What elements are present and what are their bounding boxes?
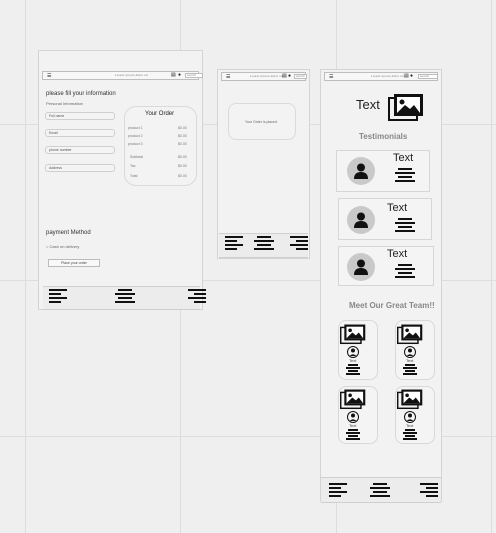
payment-option-label: Cash on delivery xyxy=(49,244,80,249)
testimonial-card: Text xyxy=(338,198,432,240)
hero-text: Text xyxy=(356,97,380,112)
full-name-field[interactable]: Full name xyxy=(45,112,115,120)
order-item-name: product 2 xyxy=(128,134,143,138)
total-label: Total xyxy=(130,174,138,178)
avatar xyxy=(347,206,375,234)
section-subtitle: Personal Information xyxy=(46,101,83,106)
logo[interactable]: ☰ xyxy=(329,74,333,80)
cart-icon[interactable]: ▤ xyxy=(171,73,176,78)
align-left-icon xyxy=(329,483,349,499)
align-center-icon xyxy=(395,168,415,184)
order-placed-message: Your Order is placed xyxy=(245,120,277,124)
order-item-name: product 3 xyxy=(128,142,143,146)
search-input[interactable]: search xyxy=(294,74,307,79)
user-icon[interactable]: ● xyxy=(410,74,413,79)
tax-value: $0.00 xyxy=(178,164,187,168)
align-right-icon xyxy=(186,289,206,305)
user-icon[interactable]: ● xyxy=(288,74,291,79)
testimonials-title: Testimonials xyxy=(359,132,408,141)
images-icon xyxy=(397,324,423,345)
team-member-name: Text xyxy=(406,423,414,428)
testimonial-card: Text xyxy=(336,150,430,192)
payment-title: payment Method xyxy=(46,230,91,236)
total-value: $0.00 xyxy=(178,174,187,178)
cash-on-delivery-radio[interactable]: ○ Cash on delivery xyxy=(46,244,79,249)
order-item-price: $0.00 xyxy=(178,134,187,138)
nav-links[interactable]: Lorem ipsum dolor sit xyxy=(115,73,148,77)
align-center-icon xyxy=(115,289,135,305)
address-field[interactable]: Address xyxy=(45,164,115,172)
tax-label: Tax xyxy=(130,164,136,168)
subtotal-value: $0.00 xyxy=(178,155,187,159)
avatar xyxy=(347,157,375,185)
order-placed-card: Your Order is placed xyxy=(228,103,296,140)
user-icon xyxy=(354,212,368,228)
align-center-icon xyxy=(346,429,360,441)
user-icon xyxy=(354,259,368,275)
order-placed-page: ☰ Lorem ipsum dolor sit ▤ ● search Your … xyxy=(217,69,310,259)
logo[interactable]: ☰ xyxy=(226,74,230,80)
align-center-icon xyxy=(403,364,417,376)
testimonial-card: Text xyxy=(338,246,434,286)
search-input[interactable]: search xyxy=(185,73,203,78)
align-center-icon xyxy=(254,236,274,252)
grid-line xyxy=(25,0,26,533)
order-item-price: $0.00 xyxy=(178,142,187,146)
place-order-button[interactable]: Place your order xyxy=(48,259,100,267)
order-item-name: product 1 xyxy=(128,126,143,130)
team-member-name: Text xyxy=(349,423,357,428)
align-center-icon xyxy=(370,483,390,499)
phone-field[interactable]: phone number xyxy=(45,146,115,154)
order-item-price: $0.00 xyxy=(178,126,187,130)
user-icon[interactable]: ● xyxy=(178,73,181,78)
nav-links[interactable]: Lorem ipsum dolor sit xyxy=(250,74,283,78)
order-summary-card: Your Order product 1 $0.00 product 2 $0.… xyxy=(124,106,197,186)
cart-icon[interactable]: ▤ xyxy=(282,74,287,79)
subtotal-label: Subtotal xyxy=(130,155,143,159)
images-icon xyxy=(397,389,423,410)
user-avatar-icon xyxy=(404,411,416,423)
avatar xyxy=(347,253,375,281)
align-center-icon xyxy=(346,364,360,376)
team-member-name: Text xyxy=(349,358,357,363)
align-right-icon xyxy=(418,483,438,499)
nav-links[interactable]: Lorem ipsum dolor sit xyxy=(371,74,404,78)
align-center-icon xyxy=(403,429,417,441)
align-center-icon xyxy=(395,218,415,234)
user-avatar-icon xyxy=(404,346,416,358)
align-left-icon xyxy=(49,289,69,305)
email-field[interactable]: Email xyxy=(45,129,115,137)
team-member-name: Text xyxy=(406,358,414,363)
align-left-icon xyxy=(225,236,245,252)
user-avatar-icon xyxy=(347,346,359,358)
align-right-icon xyxy=(288,236,308,252)
checkout-page: ☰ Lorem ipsum dolor sit ▤ ● search pleas… xyxy=(38,50,203,310)
logo[interactable]: ☰ xyxy=(47,73,51,79)
grid-line xyxy=(491,0,492,533)
top-navbar: ☰ Lorem ipsum dolor sit ▤ ● search xyxy=(221,72,307,81)
top-navbar: ☰ Lorem ipsum dolor sit ▤ ● search xyxy=(42,71,203,80)
testimonial-text: Text xyxy=(387,248,408,260)
images-icon xyxy=(388,94,423,121)
page-title: please fill your information xyxy=(46,91,116,97)
cart-icon[interactable]: ▤ xyxy=(404,74,409,79)
testimonial-text: Text xyxy=(387,202,408,214)
images-icon xyxy=(340,324,366,345)
align-center-icon xyxy=(395,264,415,280)
user-icon xyxy=(354,163,368,179)
user-avatar-icon xyxy=(347,411,359,423)
search-input[interactable]: search xyxy=(418,74,438,79)
team-title: Meet Our Great Team!! xyxy=(349,301,435,310)
top-navbar: ☰ Lorem ipsum dolor sit ▤ ● search xyxy=(324,72,438,81)
order-title: Your Order xyxy=(145,111,175,117)
testimonial-text: Text xyxy=(393,152,414,164)
images-icon xyxy=(340,389,366,410)
